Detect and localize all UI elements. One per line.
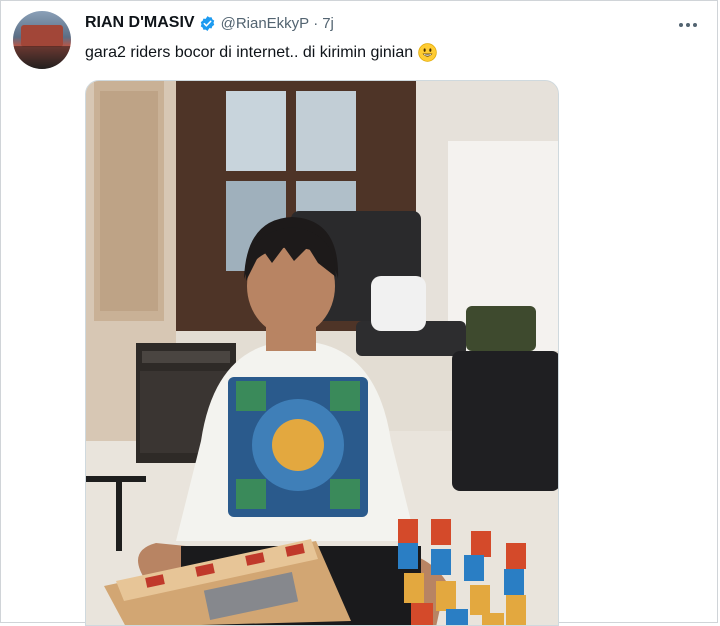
display-name[interactable]: RIAN D'MASIV [85,14,195,32]
more-options-icon[interactable] [677,14,703,34]
grinning-face-emoji [418,43,437,62]
avatar-building [21,25,63,47]
user-handle[interactable]: @RianEkkyP [221,15,310,32]
verified-badge-icon [200,15,214,31]
tweet-body: gara2 riders bocor di internet.. di kiri… [85,43,414,61]
avatar[interactable] [13,11,71,69]
photo-illustration [86,81,558,625]
separator-dot: · [313,14,319,32]
tweet-card: RIAN D'MASIV @RianEkkyP · 7j gara2 rider… [0,0,718,626]
tweet-photo[interactable] [85,80,559,626]
timestamp[interactable]: 7j [322,15,334,32]
tweet-text: gara2 riders bocor di internet.. di kiri… [85,43,437,62]
avatar-crowd [13,45,71,69]
tweet-header: RIAN D'MASIV @RianEkkyP · 7j [85,14,334,32]
